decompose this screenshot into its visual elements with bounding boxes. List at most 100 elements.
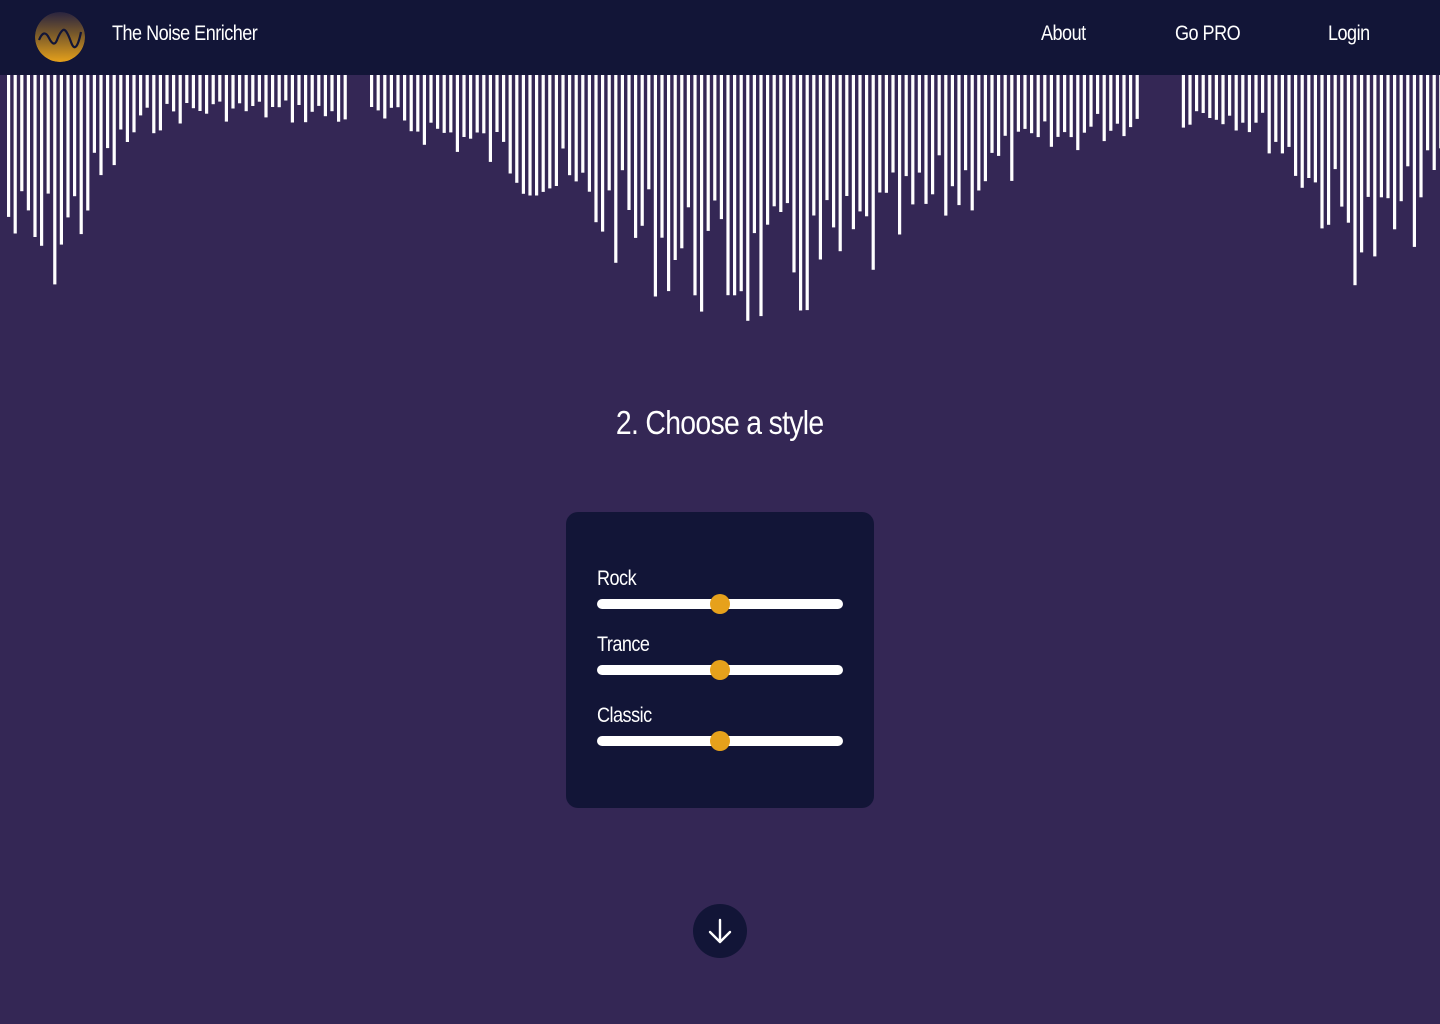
nav-link-go-pro[interactable]: Go PRO	[1175, 22, 1241, 46]
waveform-bar	[812, 75, 816, 216]
waveform-bar	[1393, 75, 1397, 230]
waveform-bar	[937, 75, 941, 156]
waveform-bar	[917, 75, 921, 173]
waveform-bar	[1426, 75, 1430, 151]
waveform-bar	[403, 75, 407, 121]
waveform-bar	[1122, 75, 1126, 137]
waveform-bar	[7, 75, 11, 217]
waveform-bar	[898, 75, 902, 235]
waveform-bar	[1221, 75, 1225, 125]
waveform-bar	[1063, 75, 1067, 133]
waveform-bar	[92, 75, 96, 153]
waveform-bar	[1181, 75, 1185, 128]
waveform-bar	[1333, 75, 1337, 170]
waveform-bar	[1208, 75, 1212, 118]
waveform-bar	[238, 75, 242, 104]
waveform-bar	[726, 75, 730, 296]
waveform-bar	[132, 75, 136, 133]
waveform-bar	[1096, 75, 1100, 114]
waveform-bar	[1234, 75, 1238, 131]
waveform-bar	[1307, 75, 1311, 178]
waveform-bar	[185, 75, 189, 103]
waveform-bar	[475, 75, 479, 133]
waveform-bar	[178, 75, 182, 124]
waveform-bar	[950, 75, 954, 187]
waveform-bar	[1135, 75, 1139, 119]
rock-slider-thumb[interactable]	[710, 594, 730, 614]
waveform-bar	[1247, 75, 1251, 133]
waveform-bar	[284, 75, 288, 101]
waveform-bar	[508, 75, 512, 174]
waveform-bar	[957, 75, 961, 206]
waveform-bar	[330, 75, 334, 112]
waveform-bar	[640, 75, 644, 226]
waveform-bar	[838, 75, 842, 252]
waveform-bar	[224, 75, 228, 122]
waveform-bar	[667, 75, 671, 292]
waveform-bar	[858, 75, 862, 212]
waveform-bar	[1353, 75, 1357, 286]
waveform-bar	[1346, 75, 1350, 223]
waveform-bar	[719, 75, 723, 220]
waveform-bar	[752, 75, 756, 234]
brand-name[interactable]: The Noise Enricher	[112, 22, 258, 46]
waveform-bar	[1379, 75, 1383, 198]
step-title-text: 2. Choose a style	[616, 404, 824, 441]
scroll-down-button[interactable]	[693, 904, 747, 958]
trance-slider[interactable]	[597, 660, 843, 680]
waveform-bar	[198, 75, 202, 111]
waveform-bar	[1287, 75, 1291, 147]
waveform-bar	[1406, 75, 1410, 167]
waveform-bar	[515, 75, 519, 183]
waveform-bar	[1003, 75, 1007, 136]
slider-label-trance: Trance	[597, 633, 650, 656]
waveform-bar	[792, 75, 796, 273]
trance-slider-thumb[interactable]	[710, 660, 730, 680]
waveform-bar	[251, 75, 255, 106]
classic-slider[interactable]	[597, 731, 843, 751]
waveform-bar	[495, 75, 499, 132]
waveform-bar	[396, 75, 400, 108]
rock-slider[interactable]	[597, 594, 843, 614]
nav-link-about[interactable]: About	[1041, 22, 1086, 46]
waveform-bar	[436, 75, 440, 129]
waveform-bar	[766, 75, 770, 225]
slider-label-rock: Rock	[597, 567, 637, 590]
waveform-bar	[944, 75, 948, 216]
waveform-bar	[700, 75, 704, 312]
waveform-bar	[634, 75, 638, 238]
waveform-bar	[422, 75, 426, 145]
waveform-bar	[323, 75, 327, 117]
classic-slider-thumb[interactable]	[710, 731, 730, 751]
waveform-bar	[205, 75, 209, 114]
waveform-bar	[772, 75, 776, 207]
waveform-bar	[1241, 75, 1245, 123]
waveform-bar	[112, 75, 116, 166]
waveform-bar	[607, 75, 611, 191]
waveform-bar	[66, 75, 70, 218]
waveform-bar	[587, 75, 591, 192]
waveform-bar	[1254, 75, 1258, 123]
waveform-bar	[1419, 75, 1423, 198]
waveform-bar	[983, 75, 987, 182]
waveform-bar	[924, 75, 928, 204]
waveform-bar	[660, 75, 664, 238]
waveform-bar	[502, 75, 506, 142]
waveform-bar	[165, 75, 169, 104]
waveform-bar	[535, 75, 539, 196]
waveform-bar	[931, 75, 935, 195]
waveform-bar	[482, 75, 486, 134]
waveform-logo-icon[interactable]	[35, 12, 85, 62]
waveform-bar	[1399, 75, 1403, 202]
waveform-bar	[26, 75, 30, 211]
waveform-bar	[1023, 75, 1027, 129]
waveform-bar	[1340, 75, 1344, 207]
waveform-bar	[1082, 75, 1086, 133]
waveform-bar	[799, 75, 803, 311]
waveform-bar	[746, 75, 750, 321]
waveform-bar	[271, 75, 275, 107]
waveform-bar	[594, 75, 598, 223]
waveform-bar	[376, 75, 380, 111]
waveform-bar	[370, 75, 374, 107]
nav-link-login[interactable]: Login	[1328, 22, 1370, 46]
